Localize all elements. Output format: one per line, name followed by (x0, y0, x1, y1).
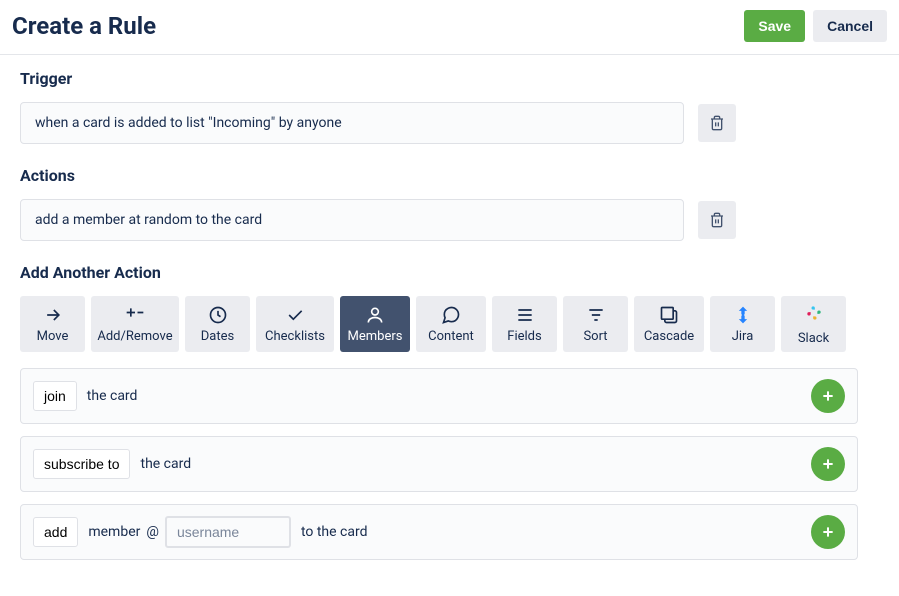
at-symbol: @ (146, 524, 159, 540)
add-member-suffix-text: to the card (301, 524, 368, 540)
actions-section-label: Actions (20, 166, 879, 185)
tab-sort[interactable]: Sort (563, 296, 628, 352)
tab-label: Members (348, 329, 403, 344)
tab-label: Cascade (644, 329, 694, 344)
action-row: add a member at random to the card (20, 199, 879, 241)
delete-trigger-button[interactable] (698, 104, 736, 142)
cancel-button[interactable]: Cancel (813, 10, 887, 42)
plus-icon (820, 388, 836, 404)
add-addmember-action-button[interactable] (811, 515, 845, 549)
trash-icon (709, 115, 725, 131)
tab-checklists[interactable]: Checklists (256, 296, 334, 352)
join-pill[interactable]: join (33, 381, 77, 411)
tab-label: Slack (798, 331, 829, 346)
tab-label: Jira (732, 329, 754, 344)
tab-label: Fields (507, 329, 541, 344)
trigger-section-label: Trigger (20, 69, 879, 88)
check-icon (285, 305, 305, 325)
tab-label: Sort (583, 329, 607, 344)
clock-icon (208, 305, 228, 325)
tab-label: Move (37, 329, 69, 344)
arrow-right-icon (43, 305, 63, 325)
filter-icon (586, 305, 606, 325)
join-suffix-text: the card (87, 388, 138, 404)
cascade-icon (659, 305, 679, 325)
plus-icon (820, 524, 836, 540)
tab-members[interactable]: Members (340, 296, 410, 352)
tab-label: Dates (201, 329, 234, 344)
add-member-pill[interactable]: add (33, 517, 78, 547)
tab-slack[interactable]: Slack (781, 296, 846, 352)
username-input[interactable] (165, 516, 291, 548)
action-template-join: join the card (20, 368, 858, 424)
main-scroll[interactable]: Trigger when a card is added to list "In… (0, 55, 899, 596)
trigger-box[interactable]: when a card is added to list "Incoming" … (20, 102, 684, 144)
tab-jira[interactable]: Jira (710, 296, 775, 352)
slack-icon (804, 303, 824, 327)
add-subscribe-action-button[interactable] (811, 447, 845, 481)
action-box[interactable]: add a member at random to the card (20, 199, 684, 241)
tab-dates[interactable]: Dates (185, 296, 250, 352)
plus-icon (820, 456, 836, 472)
person-icon (365, 305, 385, 325)
subscribe-suffix-text: the card (140, 456, 191, 472)
action-template-subscribe: subscribe to the card (20, 436, 858, 492)
tab-label: Checklists (265, 329, 325, 344)
tab-move[interactable]: Move (20, 296, 85, 352)
add-join-action-button[interactable] (811, 379, 845, 413)
action-category-tabs: Move Add/Remove Dates Checklists Members… (20, 296, 879, 352)
tab-add-remove[interactable]: Add/Remove (91, 296, 179, 352)
header: Create a Rule Save Cancel (0, 0, 899, 55)
subscribe-pill[interactable]: subscribe to (33, 449, 130, 479)
tab-label: Content (428, 329, 474, 344)
delete-action-button[interactable] (698, 201, 736, 239)
speech-bubble-icon (441, 305, 461, 325)
tab-content[interactable]: Content (416, 296, 486, 352)
add-another-section-label: Add Another Action (20, 263, 879, 282)
add-member-mid-text: member (88, 524, 140, 540)
tab-fields[interactable]: Fields (492, 296, 557, 352)
save-button[interactable]: Save (744, 10, 805, 42)
jira-icon (733, 305, 753, 325)
header-buttons: Save Cancel (744, 10, 887, 42)
plus-minus-icon (125, 305, 145, 325)
trash-icon (709, 212, 725, 228)
tab-label: Add/Remove (97, 329, 172, 344)
tab-cascade[interactable]: Cascade (634, 296, 704, 352)
action-template-add-member: add member @ to the card (20, 504, 858, 560)
trigger-row: when a card is added to list "Incoming" … (20, 102, 879, 144)
list-icon (515, 305, 535, 325)
page-title: Create a Rule (12, 12, 156, 40)
